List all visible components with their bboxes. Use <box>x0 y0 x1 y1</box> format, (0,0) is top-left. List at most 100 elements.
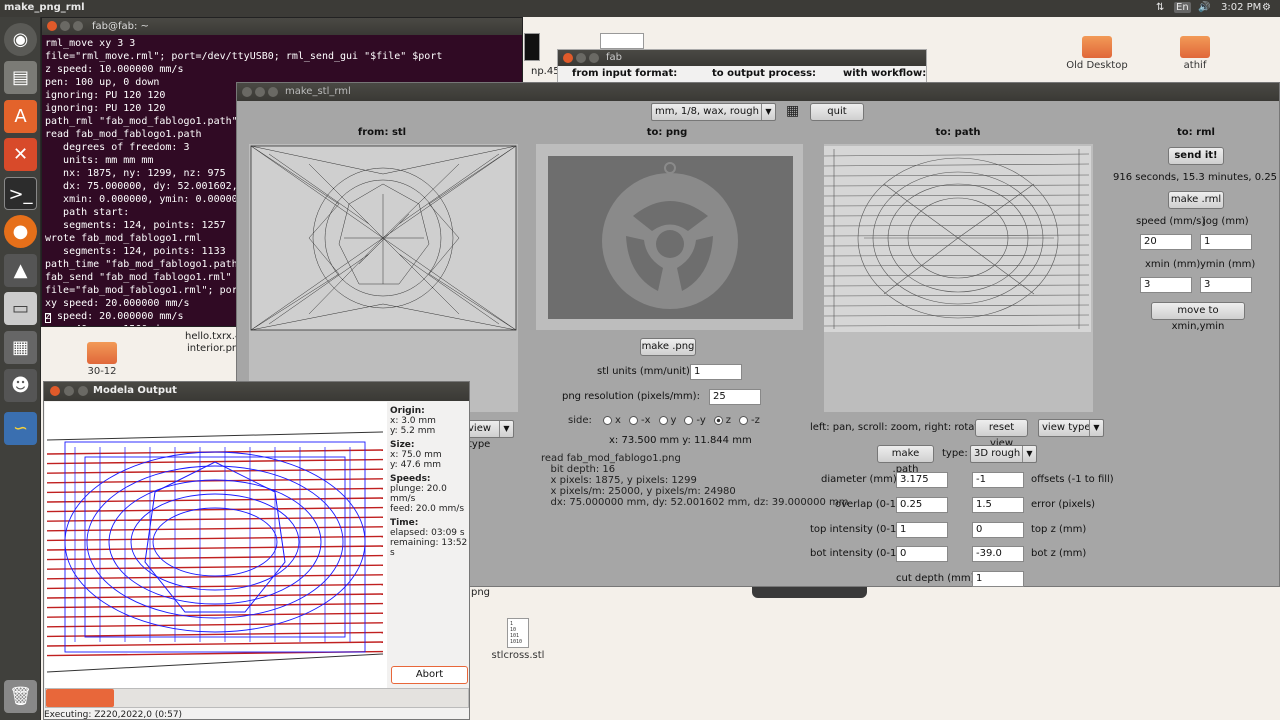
radio-icon[interactable] <box>739 415 749 425</box>
offsets-input[interactable]: -1 <box>972 472 1024 488</box>
python-icon[interactable]: ∽ <box>4 412 37 445</box>
clock[interactable]: 3:02 PM <box>1221 2 1261 13</box>
toolpath-canvas[interactable] <box>45 402 387 688</box>
files-icon[interactable]: ▤ <box>4 61 37 94</box>
ymin-input[interactable]: 3 <box>1200 277 1252 293</box>
terminal-icon[interactable]: >_ <box>4 177 37 210</box>
network-icon[interactable]: ⇅ <box>1156 2 1164 13</box>
feed-speed: feed: 20.0 mm/s <box>390 504 465 514</box>
gimp-icon[interactable]: ☻ <box>4 369 37 402</box>
fab-window[interactable]: fab from input format: to output process… <box>557 49 927 83</box>
desktop-icon-30-12[interactable]: 30-12 <box>62 342 142 377</box>
main-titlebar[interactable]: make_stl_rml <box>237 83 1279 101</box>
minimize-icon[interactable] <box>576 53 586 63</box>
desktop-icon-stlcross[interactable]: 1 10 101 1010 stlcross.stl <box>478 618 558 661</box>
speed-input[interactable]: 20 <box>1140 234 1192 250</box>
png-resolution-input[interactable]: 25 <box>709 389 761 405</box>
modela-titlebar[interactable]: Modela Output <box>44 382 469 401</box>
maximize-icon[interactable] <box>268 87 278 97</box>
reset-view-button[interactable]: reset view <box>975 419 1028 449</box>
close-icon[interactable] <box>50 386 60 396</box>
make-rml-button[interactable]: make .rml <box>1168 191 1224 209</box>
to-process-label: to output process: <box>712 68 817 79</box>
minimize-icon[interactable] <box>60 21 70 31</box>
fab-titlebar[interactable]: fab <box>558 50 926 66</box>
make-path-button[interactable]: make .path <box>877 445 934 475</box>
close-icon[interactable] <box>242 87 252 97</box>
jog-input[interactable]: 1 <box>1200 234 1252 250</box>
mode-select[interactable]: mm, 1/8, wax, rough ▼ <box>651 103 776 121</box>
software-center-icon[interactable]: A <box>4 100 37 133</box>
terminal-titlebar[interactable]: fab@fab: ~ <box>42 18 522 35</box>
firefox-icon[interactable]: ● <box>4 215 37 248</box>
quit-button[interactable]: quit <box>810 103 864 121</box>
cursor-coordinates: x: 73.500 mm y: 11.844 mm <box>609 435 752 446</box>
minimize-icon[interactable] <box>255 87 265 97</box>
trash-icon[interactable]: 🗑 <box>4 680 37 713</box>
maximize-icon[interactable] <box>589 53 599 63</box>
radio-icon[interactable] <box>628 415 638 425</box>
close-icon[interactable] <box>563 53 573 63</box>
origin-y: y: 5.2 mm <box>390 426 436 436</box>
overlap-input[interactable]: 0.25 <box>896 497 948 513</box>
side-option--x[interactable]: -x <box>628 415 651 426</box>
bot-intensity-label: bot intensity (0-1) <box>810 548 901 559</box>
stl-view-type-select[interactable]: view type ▼ <box>464 420 514 450</box>
maximize-icon[interactable] <box>73 21 83 31</box>
maximize-icon[interactable] <box>78 386 88 396</box>
move-to-xmin-ymin-button[interactable]: move to xmin,ymin <box>1151 302 1245 332</box>
bot-intensity-input[interactable]: 0 <box>896 546 948 562</box>
image-thumbnail-icon[interactable] <box>524 33 540 61</box>
xmin-input[interactable]: 3 <box>1140 277 1192 293</box>
dash-icon[interactable]: ◉ <box>4 23 37 56</box>
time-estimate: 916 seconds, 15.3 minutes, 0.25 hours <box>1113 172 1280 183</box>
stl-view-canvas[interactable] <box>249 144 518 412</box>
gear-icon[interactable]: ⚙ <box>1262 2 1271 13</box>
close-icon[interactable] <box>47 21 57 31</box>
make-png-button[interactable]: make .png <box>640 338 696 356</box>
red-pass-line <box>46 497 384 503</box>
top-z-input[interactable]: 0 <box>972 522 1024 538</box>
read-info-line: x pixels: 1875, y pixels: 1299 <box>541 475 697 486</box>
side-option--z[interactable]: -z <box>739 415 760 426</box>
settings-icon[interactable]: ✕ <box>4 138 37 171</box>
cut-depth-input[interactable]: 1 <box>972 571 1024 587</box>
minimize-icon[interactable] <box>64 386 74 396</box>
radio-icon[interactable] <box>684 415 694 425</box>
path-view-type-select[interactable]: view type ▼ <box>1038 419 1104 437</box>
side-option-label: y <box>670 415 677 426</box>
png-preview-frame[interactable] <box>536 144 803 330</box>
path-type-select[interactable]: 3D rough ▼ <box>970 445 1037 463</box>
desktop-icon-old-desktop[interactable]: Old Desktop <box>1057 36 1137 71</box>
drive-icon[interactable]: ▭ <box>4 292 37 325</box>
radio-icon[interactable] <box>713 415 723 425</box>
bot-z-input[interactable]: -39.0 <box>972 546 1024 562</box>
side-option-x[interactable]: x <box>603 415 621 426</box>
stl-units-input[interactable]: 1 <box>690 364 742 380</box>
keyboard-layout-indicator[interactable]: En <box>1174 2 1191 13</box>
desktop-icon-athif[interactable]: athif <box>1155 36 1235 71</box>
printer-icon[interactable]: ▦ <box>4 331 37 364</box>
size-heading: Size: <box>390 440 415 450</box>
inkscape-icon[interactable]: ▲ <box>4 254 37 287</box>
text-file-icon: 1 10 101 1010 <box>507 618 529 648</box>
side-option-y[interactable]: y <box>658 415 677 426</box>
red-pass-line <box>46 554 384 561</box>
modela-output-window[interactable]: Modela Output Origin: x: 3.0 mm y: 5.2 m… <box>43 381 470 720</box>
png-read-info: read fab_mod_fablogo1.png bit depth: 16 … <box>541 453 849 508</box>
side-option--y[interactable]: -y <box>684 415 706 426</box>
error-input[interactable]: 1.5 <box>972 497 1024 513</box>
side-option-z[interactable]: z <box>713 415 731 426</box>
abort-button[interactable]: Abort <box>391 666 468 684</box>
send-it-button[interactable]: send it! <box>1168 147 1224 165</box>
grid-icon[interactable]: ▦ <box>786 103 799 119</box>
file-thumbnail-icon[interactable] <box>600 33 644 49</box>
diameter-input[interactable]: 3.175 <box>896 472 948 488</box>
volume-icon[interactable]: 🔊 <box>1198 2 1210 13</box>
top-intensity-input[interactable]: 1 <box>896 522 948 538</box>
radio-icon[interactable] <box>603 415 613 425</box>
red-pass-line <box>46 574 384 580</box>
status-text: Executing: Z220,2022,0 (0:57) <box>44 710 183 720</box>
radio-icon[interactable] <box>658 415 668 425</box>
path-view-canvas[interactable] <box>823 144 1093 412</box>
